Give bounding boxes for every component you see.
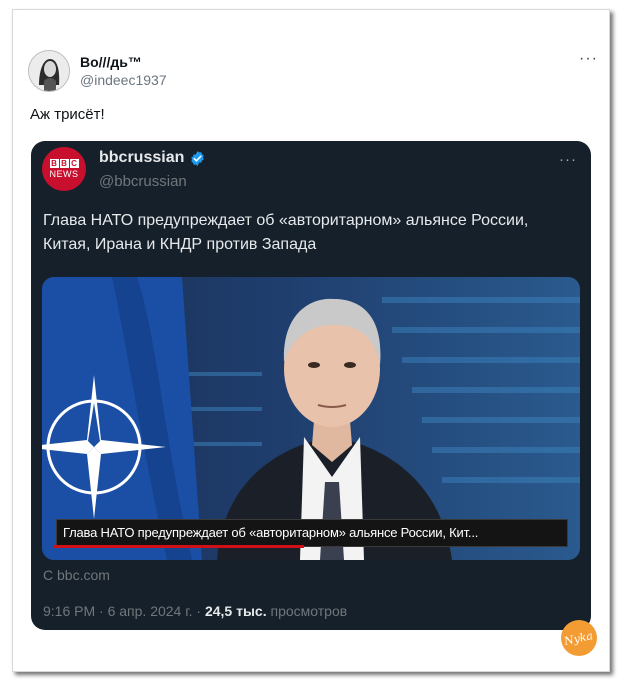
tweet-metadata: 9:16 PM · 6 апр. 2024 г. · 24,5 тыс. про… (43, 603, 347, 619)
views-label: просмотров (266, 603, 348, 619)
card-handle[interactable]: @bbcrussian (99, 173, 187, 190)
display-name[interactable]: Во///дь™ (80, 53, 167, 71)
bbc-logo-letter: C (69, 159, 79, 168)
video-caption-text: Глава НАТО предупреждает об «авторитарно… (63, 525, 479, 540)
more-horizontal-icon[interactable]: ··· (579, 50, 598, 68)
card-tweet-text: Глава НАТО предупреждает об «авторитарно… (43, 212, 529, 253)
card-more-icon[interactable]: ··· (559, 151, 577, 168)
outer-tweet-header: Во///дь™ @indeec1937 (28, 50, 167, 92)
link-source[interactable]: С bbc.com (43, 567, 110, 583)
tweet-text: Аж трисёт! (30, 106, 105, 123)
bbc-news-logo[interactable]: B B C NEWS (42, 147, 86, 191)
card-display-name[interactable]: bbcrussian (99, 149, 184, 167)
handle[interactable]: @indeec1937 (80, 71, 167, 89)
video-caption-bar: Глава НАТО предупреждает об «авторитарно… (56, 519, 568, 547)
avatar[interactable] (28, 50, 70, 92)
card-display-name-row[interactable]: bbcrussian (99, 149, 206, 167)
tweet-timestamp[interactable]: 9:16 PM · 6 апр. 2024 г. · (43, 603, 205, 619)
news-photo[interactable]: Глава НАТО предупреждает об «авторитарно… (42, 277, 580, 560)
avatar-portrait-icon (29, 51, 69, 91)
verified-badge-icon (191, 150, 205, 166)
quoted-tweet-card[interactable]: B B C NEWS bbcrussian @bbcrussian ··· Гл… (31, 141, 591, 630)
watermark-text: Nyka (563, 628, 595, 648)
bbc-logo-label: NEWS (49, 169, 79, 179)
caption-underline (54, 545, 304, 548)
watermark-logo: Nyka (561, 620, 597, 656)
bbc-logo-letter: B (49, 159, 59, 168)
views-count: 24,5 тыс. (204, 603, 267, 619)
news-photo-illustration (42, 277, 580, 560)
bbc-logo-letter: B (59, 159, 69, 168)
